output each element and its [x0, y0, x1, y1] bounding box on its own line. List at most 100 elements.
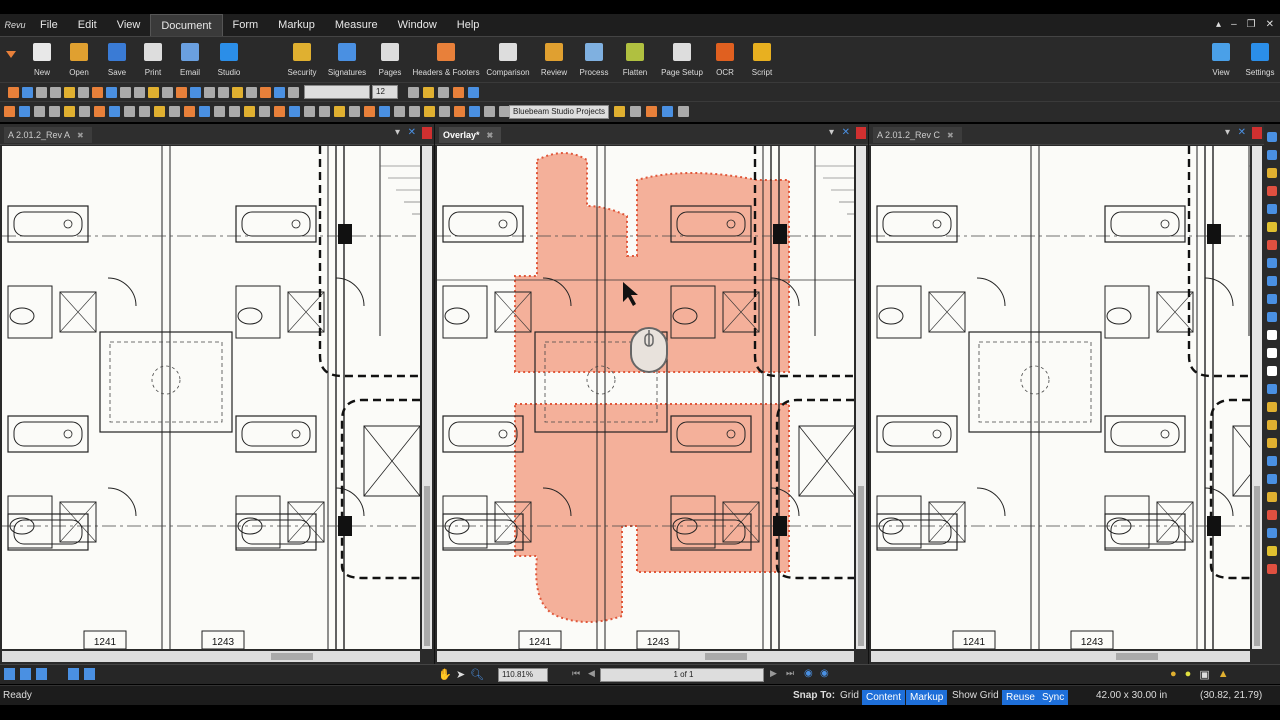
markup-tool-icon[interactable]	[439, 106, 450, 117]
markup-tool-icon[interactable]	[646, 106, 657, 117]
markup-tool-icon[interactable]	[169, 106, 180, 117]
markup-tool-icon[interactable]	[678, 106, 689, 117]
markup-tool-icon[interactable]	[424, 106, 435, 117]
markup-tool-icon[interactable]	[1267, 402, 1277, 412]
first-page-icon[interactable]: ⏮	[572, 668, 580, 679]
pane-dropdown-icon[interactable]: ▾	[1225, 127, 1230, 138]
markup-tool-icon[interactable]	[409, 106, 420, 117]
markup-tool-icon[interactable]	[1267, 366, 1277, 376]
settings-button[interactable]: Settings	[1230, 39, 1280, 77]
zoom-icon[interactable]: 🔍︎	[470, 668, 484, 681]
markup-tool-icon[interactable]	[154, 106, 165, 117]
drawing-canvas[interactable]: 1241 1243	[437, 146, 854, 649]
markup-tool-icon[interactable]	[1267, 150, 1277, 160]
last-page-icon[interactable]: ⏭	[786, 668, 794, 679]
lightbulb-icon[interactable]: ●	[1185, 668, 1192, 681]
markup-tool-icon[interactable]	[1267, 186, 1277, 196]
markup-tool-icon[interactable]	[109, 106, 120, 117]
pane-close-icon[interactable]: ✕	[842, 127, 850, 138]
markup-tool-icon[interactable]	[630, 106, 641, 117]
markup-tool-icon[interactable]	[364, 106, 375, 117]
sync-toggle[interactable]: Sync	[1038, 690, 1069, 705]
font-family-select[interactable]	[304, 85, 370, 99]
edit-tool-icon[interactable]	[190, 87, 201, 98]
menu-view[interactable]: View	[107, 14, 151, 36]
edit-tool-icon[interactable]	[204, 87, 215, 98]
font-size-select[interactable]: 12	[372, 85, 398, 99]
user-icon[interactable]: ●	[1170, 668, 1177, 681]
studio-button[interactable]: Studio	[199, 39, 259, 77]
markup-tool-icon[interactable]	[1267, 528, 1277, 538]
markup-tool-icon[interactable]	[1267, 258, 1277, 268]
markup-tool-icon[interactable]	[379, 106, 390, 117]
markup-tool-icon[interactable]	[259, 106, 270, 117]
back-view-icon[interactable]: ◉	[804, 668, 813, 679]
edit-tool-icon[interactable]	[274, 87, 285, 98]
horizontal-scrollbar[interactable]	[871, 651, 1250, 662]
next-page-icon[interactable]: ▶	[770, 668, 777, 679]
markup-tool-icon[interactable]	[94, 106, 105, 117]
document-icon[interactable]: ▣	[1199, 668, 1209, 681]
markup-tool-icon[interactable]	[274, 106, 285, 117]
pane-dropdown-icon[interactable]: ▾	[829, 127, 834, 138]
markup-tool-icon[interactable]	[244, 106, 255, 117]
markup-tool-icon[interactable]	[289, 106, 300, 117]
markup-tool-icon[interactable]	[1267, 492, 1277, 502]
vertical-scroll-thumb[interactable]	[424, 486, 430, 646]
vertical-scroll-thumb[interactable]	[858, 486, 864, 646]
script-button[interactable]: Script	[732, 39, 792, 77]
drawing-canvas[interactable]: 1241 1243	[2, 146, 420, 649]
menu-help[interactable]: Help	[447, 14, 490, 36]
markup-tool-icon[interactable]	[1267, 330, 1277, 340]
revision-cloud[interactable]	[514, 403, 790, 623]
edit-tool-icon[interactable]	[438, 87, 449, 98]
markup-tool-icon[interactable]	[1267, 222, 1277, 232]
markup-tool-icon[interactable]	[469, 106, 480, 117]
menu-file[interactable]: File	[30, 14, 68, 36]
markup-tool-icon[interactable]	[1267, 276, 1277, 286]
markup-tool-icon[interactable]	[184, 106, 195, 117]
markup-tool-icon[interactable]	[1267, 348, 1277, 358]
edit-tool-icon[interactable]	[176, 87, 187, 98]
markup-tool-icon[interactable]	[1267, 564, 1277, 574]
markup-tool-icon[interactable]	[1267, 384, 1277, 394]
bookmarks-icon[interactable]	[20, 668, 31, 680]
tab-close-icon[interactable]: ✖	[77, 131, 84, 140]
markup-tool-icon[interactable]	[1267, 456, 1277, 466]
menu-document[interactable]: Document	[150, 14, 223, 36]
markup-tool-icon[interactable]	[319, 106, 330, 117]
markup-tool-icon[interactable]	[1267, 204, 1277, 214]
minimize-icon[interactable]: –	[1231, 14, 1237, 36]
horizontal-scroll-thumb[interactable]	[271, 653, 314, 660]
markup-tool-icon[interactable]	[4, 106, 15, 117]
vertical-scroll-thumb[interactable]	[1254, 486, 1260, 646]
markup-tool-icon[interactable]	[1267, 546, 1277, 556]
pane-close-icon[interactable]: ✕	[408, 127, 416, 138]
horizontal-scrollbar[interactable]	[2, 651, 420, 662]
edit-tool-icon[interactable]	[78, 87, 89, 98]
pane-split-close-icon[interactable]	[1252, 127, 1262, 139]
restore-icon[interactable]: ❐	[1247, 14, 1256, 36]
snap-content-toggle[interactable]: Content	[862, 690, 906, 705]
edit-tool-icon[interactable]	[36, 87, 47, 98]
markup-tool-icon[interactable]	[1267, 312, 1277, 322]
pane-close-icon[interactable]: ✕	[1238, 127, 1246, 138]
edit-tool-icon[interactable]	[106, 87, 117, 98]
split-vertical-icon[interactable]	[84, 668, 95, 680]
edit-tool-icon[interactable]	[64, 87, 75, 98]
markup-tool-icon[interactable]	[349, 106, 360, 117]
thumbnails-icon[interactable]	[4, 668, 15, 680]
horizontal-scroll-thumb[interactable]	[705, 653, 748, 660]
vertical-scrollbar[interactable]	[856, 146, 866, 649]
drawing-canvas[interactable]: 1241 1243	[871, 146, 1250, 649]
markup-tool-icon[interactable]	[1267, 132, 1277, 142]
pane-split-close-icon[interactable]	[856, 127, 866, 139]
profile-select[interactable]: Bluebeam Studio Projects	[509, 105, 609, 119]
markup-tool-icon[interactable]	[214, 106, 225, 117]
markup-tool-icon[interactable]	[34, 106, 45, 117]
menu-window[interactable]: Window	[388, 14, 447, 36]
markup-tool-icon[interactable]	[1267, 474, 1277, 484]
document-tab[interactable]: Overlay* ✖	[439, 127, 502, 143]
markup-tool-icon[interactable]	[49, 106, 60, 117]
snap-grid-toggle[interactable]: Grid	[840, 690, 859, 701]
